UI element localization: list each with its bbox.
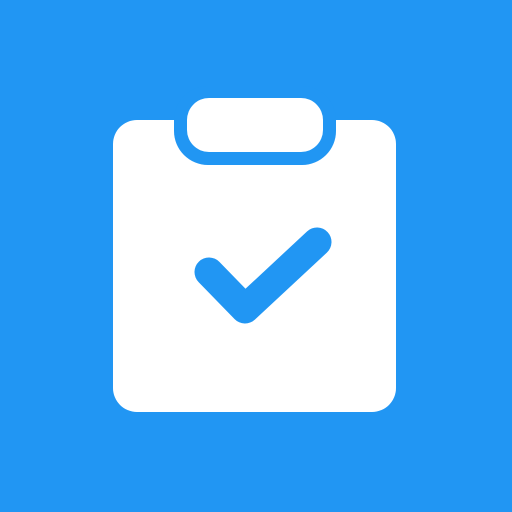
clipboard-clip: [187, 98, 323, 152]
clipboard-check-icon: [0, 0, 512, 512]
app-icon: [0, 0, 512, 512]
